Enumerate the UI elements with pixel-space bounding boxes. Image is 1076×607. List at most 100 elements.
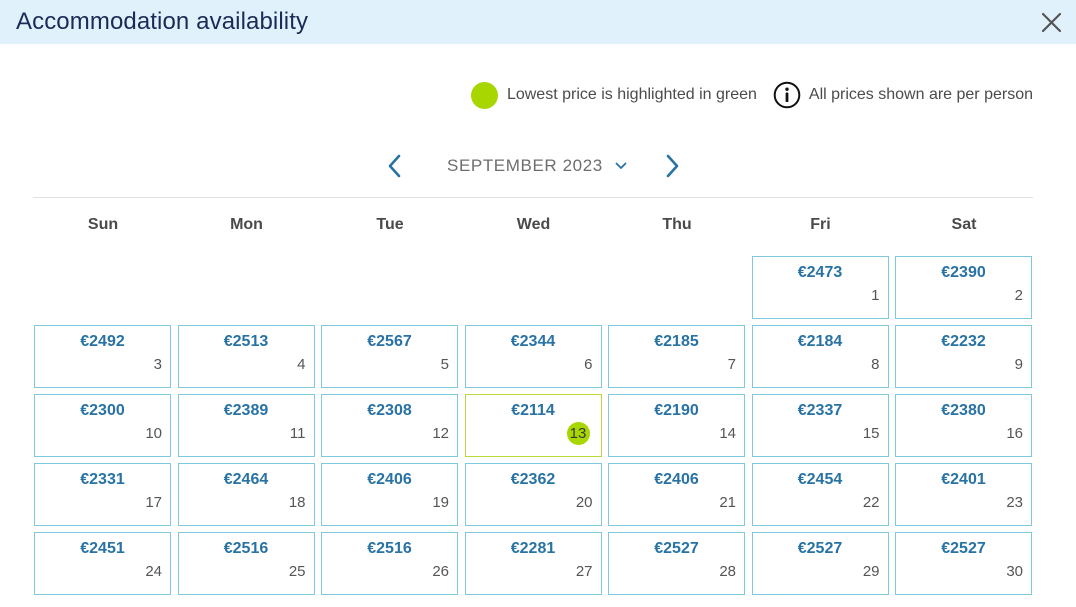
day-cell[interactable]: €2331 17 [34,463,171,526]
lowest-price-swatch [470,81,498,109]
day-price: €2406 [654,471,699,488]
day-cell[interactable]: €2300 10 [34,394,171,457]
day-number: 16 [1006,425,1023,442]
weekday-thu: Thu [662,216,692,233]
day-cell[interactable]: €2308 12 [321,394,458,457]
day-number: 6 [584,356,593,373]
day-cell[interactable]: €2464 18 [177,463,315,526]
info-icon [773,81,801,109]
day-cell[interactable]: €2527 29 [751,532,889,595]
day-number: 27 [575,563,593,580]
day-price: €2308 [367,402,412,419]
day-price: €2406 [367,471,412,488]
day-price: €2527 [941,540,986,557]
day-number: 23 [1006,494,1023,511]
day-cell[interactable]: €2451 24 [34,532,171,595]
day-cell[interactable]: €2380 16 [895,394,1032,457]
day-cell[interactable]: €2185 7 [608,325,745,388]
day-cell[interactable]: €2390 2 [895,256,1032,319]
day-price: €2337 [797,402,843,419]
day-price: €2454 [797,471,843,488]
chevron-down-icon [615,162,627,169]
day-price: €2513 [223,333,269,350]
modal-title: Accommodation availability [16,8,309,35]
modal-header: Accommodation availability [0,0,1076,44]
day-cell[interactable]: €2454 22 [751,463,889,526]
weekday-fri: Fri [810,216,831,233]
day-price: €2473 [797,264,843,281]
day-cell[interactable]: €2567 5 [321,325,458,388]
day-cell[interactable]: €2516 25 [177,532,315,595]
day-number: 18 [288,494,306,511]
day-price: €2516 [223,540,269,557]
chevron-left-icon [388,154,401,178]
day-cell[interactable]: €2184 8 [751,325,889,388]
day-cell[interactable]: €2337 15 [751,394,889,457]
day-price: €2184 [797,333,843,350]
day-cell[interactable]: €2406 21 [608,463,745,526]
day-cell[interactable]: €2281 27 [464,532,602,595]
month-selector[interactable]: SEPTEMBER 2023 [447,156,627,176]
day-price: €2390 [941,264,986,281]
day-number: 24 [145,563,162,580]
weekday-sun: Sun [87,216,119,233]
day-price: €2362 [510,471,556,488]
weekday-wed: Wed [516,216,551,233]
day-number: 5 [440,356,449,373]
day-cell[interactable]: €2114 13 [464,394,602,457]
day-number: 29 [862,563,880,580]
day-cell[interactable]: €2344 6 [464,325,602,388]
day-number: 28 [719,563,736,580]
day-price: €2380 [941,402,986,419]
day-number: 26 [432,563,449,580]
day-price: €2527 [797,540,843,557]
day-price: €2492 [80,333,125,350]
weekday-mon: Mon [230,216,263,233]
day-price: €2389 [223,402,269,419]
day-cell[interactable]: €2516 26 [321,532,458,595]
day-number: 30 [1006,563,1023,580]
day-cell[interactable]: €2527 28 [608,532,745,595]
day-number: 13 [566,422,590,445]
lowest-price-legend-text: Lowest price is highlighted in green [506,86,757,103]
weekday-tue: Tue [376,216,404,233]
day-number: 21 [719,494,736,511]
day-number: 20 [575,494,593,511]
next-month-button[interactable] [661,152,683,180]
day-price: €2527 [654,540,699,557]
day-cell[interactable]: €2232 9 [895,325,1032,388]
day-price: €2114 [511,402,555,419]
day-number: 8 [871,356,880,373]
day-number: 19 [432,494,449,511]
calendar-divider [33,197,1033,198]
weekday-header-row: Sun Mon Tue Wed Thu Fri Sat [33,216,1033,236]
day-cell[interactable]: €2362 20 [464,463,602,526]
day-number: 14 [719,425,736,442]
day-cell[interactable]: €2401 23 [895,463,1032,526]
day-price: €2190 [654,402,699,419]
day-price: €2232 [941,333,986,350]
month-label: SEPTEMBER 2023 [447,156,603,175]
availability-modal: Accommodation availability Lowest price … [0,0,1076,607]
close-button[interactable] [1036,8,1068,38]
day-number: 1 [871,287,880,304]
day-cell[interactable]: €2389 11 [177,394,315,457]
weekday-sat: Sat [951,216,977,233]
day-cell[interactable]: €2527 30 [895,532,1032,595]
day-price: €2464 [223,471,269,488]
day-number: 17 [145,494,162,511]
day-price: €2401 [941,471,986,488]
day-cell[interactable]: €2190 14 [608,394,745,457]
day-cell[interactable]: €2473 1 [751,256,889,319]
day-number: 9 [1014,356,1023,373]
day-price: €2451 [80,540,125,557]
day-price: €2567 [367,333,412,350]
day-cell[interactable]: €2492 3 [34,325,171,388]
close-icon [1041,12,1062,33]
day-price: €2331 [80,471,125,488]
previous-month-button[interactable] [384,152,406,180]
chevron-right-icon [666,154,679,178]
per-person-legend-text: All prices shown are per person [808,86,1033,103]
day-cell[interactable]: €2513 4 [177,325,315,388]
day-cell[interactable]: €2406 19 [321,463,458,526]
